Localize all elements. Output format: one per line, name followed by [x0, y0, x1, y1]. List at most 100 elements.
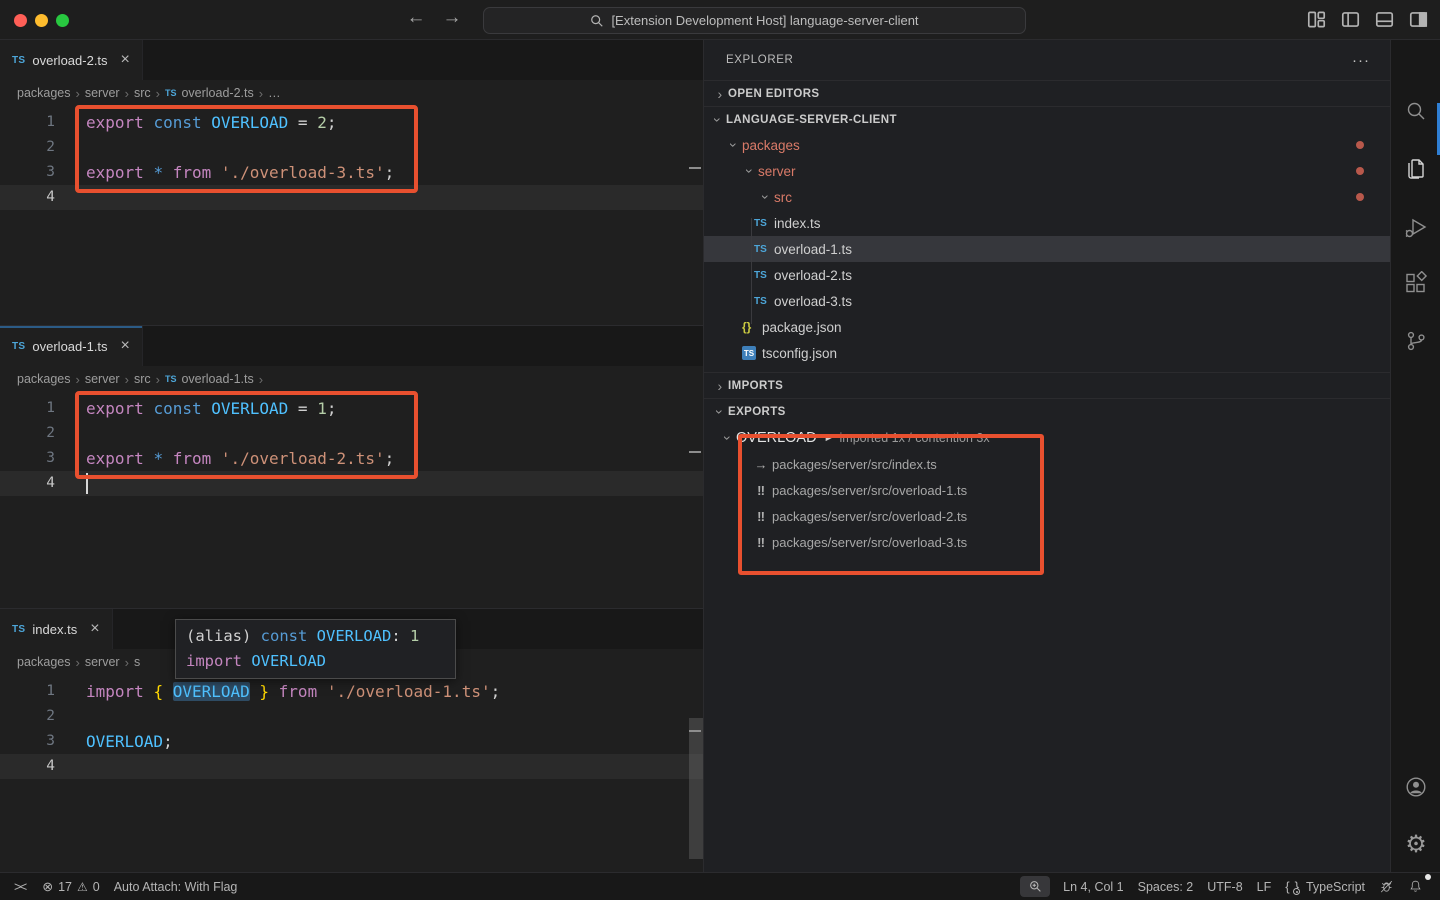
breadcrumb-item[interactable]: packages	[17, 86, 71, 100]
tab-overload-1[interactable]: TS overload-1.ts ×	[0, 326, 143, 366]
back-button[interactable]: ←	[405, 7, 427, 29]
export-ref-overload-3[interactable]: ‼ packages/server/src/overload-3.ts	[704, 529, 1390, 555]
imports-section[interactable]: › IMPORTS	[704, 372, 1390, 398]
export-item-overload[interactable]: › OVERLOAD ▶ imported 1x / contention 3x	[704, 424, 1390, 451]
toggle-secondary-sidebar-icon[interactable]	[1409, 10, 1428, 34]
folder-packages[interactable]: › packages	[704, 132, 1390, 158]
debug-disabled-icon[interactable]	[1372, 876, 1401, 898]
remote-indicator-icon[interactable]: ><	[10, 879, 35, 894]
tabbar: TS overload-2.ts ×	[0, 40, 703, 80]
close-icon[interactable]: ×	[121, 51, 130, 69]
tab-overload-2[interactable]: TS overload-2.ts ×	[0, 40, 143, 80]
export-ref-overload-1[interactable]: ‼ packages/server/src/overload-1.ts	[704, 477, 1390, 503]
file-tsconfig-json[interactable]: TS tsconfig.json	[704, 340, 1390, 366]
code-line: 2	[0, 135, 703, 160]
toggle-panel-icon[interactable]	[1375, 10, 1394, 34]
code-editor[interactable]: 1export const OVERLOAD = 2; 2 3export * …	[0, 106, 703, 210]
ts-file-icon: TS	[12, 624, 25, 635]
line-number: 4	[0, 471, 55, 496]
indentation-status[interactable]: Spaces: 2	[1131, 876, 1201, 898]
settings-gear-icon[interactable]: ⚙	[1402, 830, 1430, 858]
breadcrumb-item[interactable]: server	[85, 86, 120, 100]
export-ref-path: packages/server/src/overload-2.ts	[772, 509, 967, 524]
eol-status[interactable]: LF	[1250, 876, 1279, 898]
cursor-position-label: Ln 4, Col 1	[1063, 880, 1123, 894]
file-index-ts[interactable]: TS index.ts	[704, 210, 1390, 236]
auto-attach-status[interactable]: Auto Attach: With Flag	[107, 876, 245, 898]
warning-icon: ⚠	[77, 880, 88, 894]
vertical-scrollbar[interactable]	[689, 718, 703, 859]
forward-button[interactable]: →	[441, 7, 463, 29]
file-overload-3-ts[interactable]: TS overload-3.ts	[704, 288, 1390, 314]
code-line-current: 4	[0, 185, 703, 210]
code-line: 3export * from './overload-3.ts';	[0, 160, 703, 185]
code-editor[interactable]: 1import { OVERLOAD } from './overload-1.…	[0, 675, 703, 779]
section-label: IMPORTS	[728, 380, 783, 392]
command-center-search[interactable]: [Extension Development Host] language-se…	[483, 7, 1026, 34]
close-icon[interactable]: ×	[90, 620, 99, 638]
file-package-json[interactable]: {} package.json	[704, 314, 1390, 340]
breadcrumb-file[interactable]: overload-1.ts	[181, 372, 253, 386]
line-number: 1	[0, 396, 55, 421]
breadcrumb-item[interactable]: server	[85, 655, 120, 669]
breadcrumb-item[interactable]: server	[85, 372, 120, 386]
folder-src[interactable]: › src	[704, 184, 1390, 210]
folder-server[interactable]: › server	[704, 158, 1390, 184]
status-left: >< ⊗ 17 ⚠ 0 Auto Attach: With Flag	[10, 876, 244, 898]
line-number: 2	[0, 421, 55, 446]
tab-index[interactable]: TS index.ts ×	[0, 609, 113, 649]
extensions-icon[interactable]	[1404, 271, 1428, 295]
more-actions-icon[interactable]: ···	[1352, 52, 1370, 69]
workspace-root-section[interactable]: › LANGUAGE-SERVER-CLIENT	[704, 106, 1390, 132]
panel-title: EXPLORER	[726, 54, 793, 66]
json-file-icon: {}	[742, 320, 762, 334]
close-window-button[interactable]	[14, 14, 27, 27]
encoding-status[interactable]: UTF-8	[1200, 876, 1249, 898]
source-control-icon[interactable]	[1404, 329, 1428, 353]
problems-indicator[interactable]: ⊗ 17 ⚠ 0	[35, 876, 107, 898]
breadcrumb-item[interactable]: packages	[17, 372, 71, 386]
minimize-window-button[interactable]	[35, 14, 48, 27]
chevron-right-icon: ›	[259, 86, 263, 101]
ts-file-icon: TS	[12, 55, 25, 66]
chevron-down-icon: ›	[758, 189, 774, 205]
cursor-position[interactable]: Ln 4, Col 1	[1056, 876, 1130, 898]
chevron-right-icon: ›	[156, 86, 160, 101]
ts-file-icon: TS	[165, 374, 177, 384]
double-exclamation-icon: ‼	[750, 509, 772, 524]
file-overload-2-ts[interactable]: TS overload-2.ts	[704, 262, 1390, 288]
breadcrumb[interactable]: packages› server› src› TS overload-1.ts›	[0, 366, 703, 392]
code-editor[interactable]: 1export const OVERLOAD = 1; 2 3export * …	[0, 392, 703, 496]
exports-section[interactable]: › EXPORTS	[704, 398, 1390, 424]
indentation-label: Spaces: 2	[1138, 880, 1194, 894]
zoom-window-button[interactable]	[56, 14, 69, 27]
account-icon[interactable]	[1404, 775, 1428, 799]
folder-label: server	[758, 164, 796, 179]
code-line: 2	[0, 421, 703, 446]
play-icon: ▶	[826, 432, 833, 443]
file-overload-1-ts[interactable]: TS overload-1.ts	[704, 236, 1390, 262]
tree-indent-guide	[751, 218, 752, 324]
zoom-indicator[interactable]	[1020, 876, 1050, 897]
breadcrumb-tail[interactable]: …	[268, 86, 281, 100]
search-icon[interactable]	[1404, 99, 1428, 123]
breadcrumb-item[interactable]: src	[134, 86, 151, 100]
notifications-bell-icon[interactable]	[1401, 876, 1430, 898]
breadcrumb-item[interactable]: packages	[17, 655, 71, 669]
run-debug-icon[interactable]	[1404, 216, 1428, 240]
close-icon[interactable]: ×	[121, 337, 130, 355]
toggle-primary-sidebar-icon[interactable]	[1341, 10, 1360, 34]
status-bar: >< ⊗ 17 ⚠ 0 Auto Attach: With Flag Ln 4,…	[0, 872, 1440, 900]
customize-layout-icon[interactable]	[1307, 10, 1326, 34]
warning-count: 0	[93, 880, 100, 894]
explorer-icon[interactable]	[1404, 157, 1428, 181]
breadcrumb-item[interactable]: src	[134, 372, 151, 386]
export-ref-overload-2[interactable]: ‼ packages/server/src/overload-2.ts	[704, 503, 1390, 529]
breadcrumb-file[interactable]: overload-2.ts	[181, 86, 253, 100]
open-editors-section[interactable]: › OPEN EDITORS	[704, 80, 1390, 106]
breadcrumb[interactable]: packages› server› src› TS overload-2.ts›…	[0, 80, 703, 106]
export-ref-index[interactable]: → packages/server/src/index.ts	[704, 451, 1390, 477]
breadcrumb-file[interactable]: s	[134, 655, 140, 669]
language-mode[interactable]: {} TypeScript	[1278, 876, 1372, 898]
language-label: TypeScript	[1306, 880, 1365, 894]
